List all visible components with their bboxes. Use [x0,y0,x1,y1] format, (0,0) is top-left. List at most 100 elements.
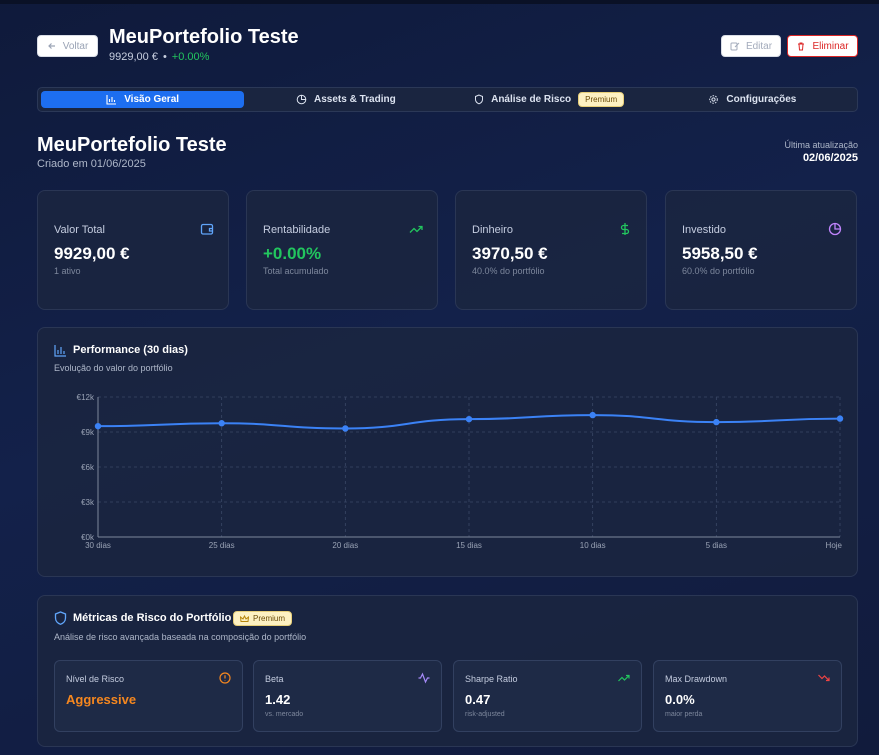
header-change: +0.00% [171,51,210,63]
metric-risk-level: Nível de Risco Aggressive [54,660,243,732]
edit-button[interactable]: Editar [721,35,781,57]
edit-icon [730,42,740,51]
trending-up-icon [409,225,423,233]
tab-bar: Visão Geral Assets & Trading Análise de … [37,87,858,112]
data-point [465,415,473,423]
x-tick-label: 25 dias [209,541,235,550]
tab-risk-analysis[interactable]: Análise de Risco Premium [448,91,651,108]
tab-settings[interactable]: Configurações [651,91,854,108]
window-top-strip [0,0,879,4]
back-button-label: Voltar [62,40,89,52]
metric-label: Sharpe Ratio [465,674,518,684]
premium-badge: Premium [578,92,625,107]
data-point [342,425,349,432]
wallet-icon [200,223,214,235]
tab-assets-trading[interactable]: Assets & Trading [244,91,447,108]
tab-settings-label: Configurações [726,94,797,105]
metric-label: Max Drawdown [665,674,728,684]
tab-overview-label: Visão Geral [124,94,180,105]
data-point [713,418,720,426]
alert-circle-icon [219,672,231,684]
metric-label: Nível de Risco [66,674,125,684]
shield-icon [475,94,484,105]
stat-card-total-value: Valor Total 9929,00 € 1 ativo [37,190,229,310]
x-tick-label: 5 dias [706,541,727,550]
y-tick-label: €6k [81,463,95,472]
metric-value: 0.0% [665,692,695,707]
header-separator: • [162,51,167,63]
stat-value: 3970,50 € [472,244,548,263]
x-tick-label: 30 dias [85,541,111,550]
stat-sub: 40.0% do portfólio [472,266,545,276]
risk-title: Métricas de Risco do Portfólio [73,612,232,624]
metric-beta: Beta 1.42 vs. mercado [253,660,442,732]
stat-value: 5958,50 € [682,244,758,263]
crown-icon [240,614,249,622]
delete-button-label: Eliminar [812,40,849,52]
risk-premium-badge: Premium [233,611,293,626]
performance-card: Performance (30 dias) Evolução do valor … [37,327,858,577]
activity-icon [418,672,430,684]
overview-title: MeuPortefolio Teste [37,134,227,156]
trash-icon [798,42,805,51]
stat-sub: Total acumulado [263,266,329,276]
metric-sub: risk-adjusted [465,711,505,718]
back-button[interactable]: Voltar [37,35,98,57]
pie-chart-icon [296,94,307,105]
risk-subtitle: Análise de risco avançada baseada na com… [54,632,307,642]
stat-value: +0.00% [263,244,322,263]
metric-max-drawdown: Max Drawdown 0.0% maior perda [653,660,842,732]
metric-sub: maior perda [665,711,703,718]
x-tick-label: Hoje [826,541,843,550]
metric-sub: vs. mercado [265,711,304,718]
x-tick-label: 20 dias [332,541,358,550]
stat-card-cash: Dinheiro 3970,50 € 40.0% do portfólio [455,190,647,310]
page-title: MeuPortefolio Teste [109,26,299,48]
trending-up-icon [618,674,630,682]
delete-button[interactable]: Eliminar [787,35,858,57]
y-tick-label: €12k [77,393,95,402]
metric-label: Beta [265,674,284,684]
edit-button-label: Editar [745,40,773,52]
last-update-date: 02/06/2025 [802,152,858,164]
overview-created-date: Criado em 01/06/2025 [37,158,146,170]
pie-chart-icon [828,222,842,236]
tab-assets-label: Assets & Trading [314,94,396,105]
stat-sub: 1 ativo [54,266,81,276]
metric-value: 0.47 [465,692,491,707]
x-tick-label: 15 dias [456,541,482,550]
y-tick-label: €9k [81,428,95,437]
stat-label: Dinheiro [472,224,513,236]
arrow-left-icon [47,43,55,49]
risk-badge-label: Premium [253,614,286,623]
stat-label: Investido [682,224,727,236]
stat-label: Valor Total [54,224,105,236]
data-point [94,422,102,430]
bar-chart-icon [106,95,117,105]
stat-label: Rentabilidade [263,224,331,236]
data-point [218,420,225,427]
stat-card-profitability: Rentabilidade +0.00% Total acumulado [246,190,438,310]
y-tick-label: €3k [81,498,95,507]
tab-risk-label: Análise de Risco [491,94,572,105]
header-value: 9929,00 € [109,51,158,63]
trending-down-icon [818,674,830,682]
performance-chart: €0k€3k€6k€9k€12k30 dias 25 dias 20 dias 15 … [77,393,844,550]
portfolio-header: Voltar MeuPortefolio Teste 9929,00 € • +… [37,26,858,66]
metric-value: 1.42 [265,692,291,707]
tab-overview[interactable]: Visão Geral [41,91,245,108]
metric-sharpe-ratio: Sharpe Ratio 0.47 risk-adjusted [453,660,642,732]
x-tick-label: 10 dias [580,541,606,550]
stat-card-invested: Investido 5958,50 € 60.0% do portfólio [665,190,857,310]
shield-icon [54,611,67,625]
data-point [589,411,596,419]
data-point [836,415,844,422]
header-subline: 9929,00 € • +0.00% [109,51,209,63]
stat-value: 9929,00 € [54,244,130,263]
dollar-icon [620,223,630,235]
gear-icon [709,95,719,104]
metric-value: Aggressive [66,692,137,707]
stat-sub: 60.0% do portfólio [682,266,755,276]
last-update-label: Última atualização [784,140,858,150]
risk-metrics-card: Métricas de Risco do Portfólio Premium A… [37,595,858,747]
